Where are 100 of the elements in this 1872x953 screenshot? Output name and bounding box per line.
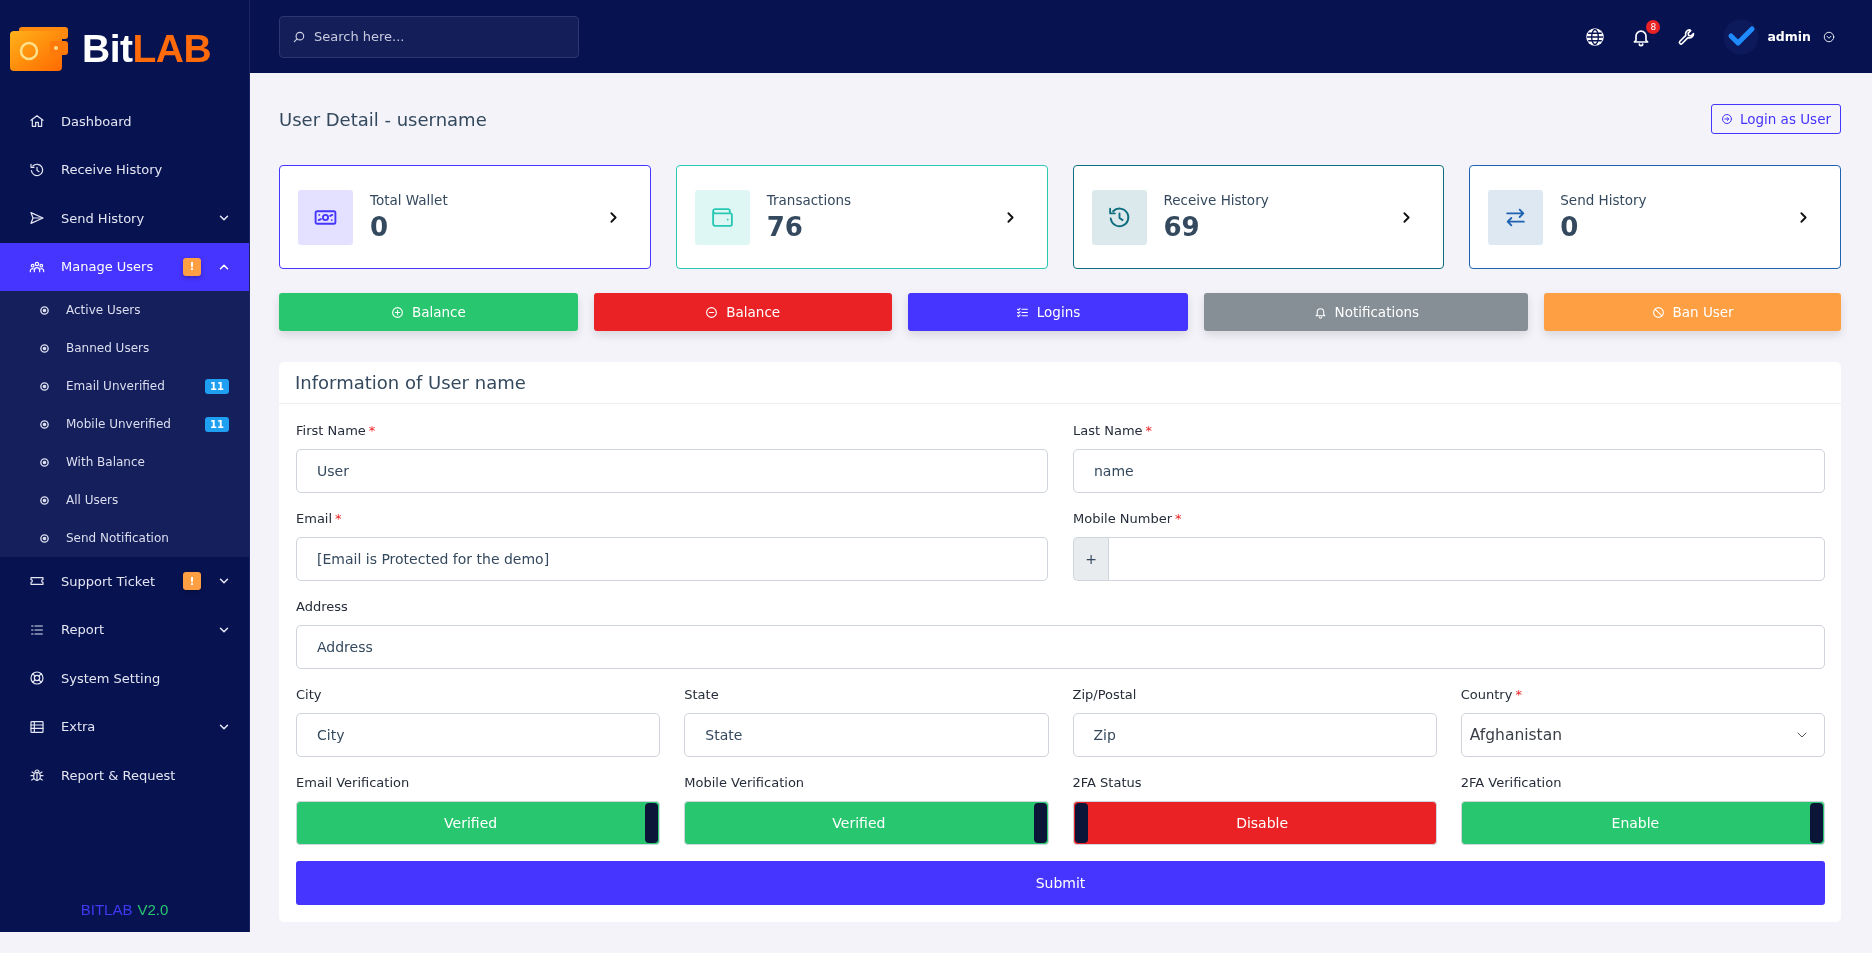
avatar-icon bbox=[1723, 18, 1760, 55]
stat-card[interactable]: Total Wallet 0 bbox=[279, 165, 651, 269]
stat-label: Total Wallet bbox=[370, 192, 449, 208]
bug-icon bbox=[29, 767, 45, 784]
field-label: Email Verification bbox=[296, 774, 411, 792]
text-input[interactable]: Address bbox=[296, 625, 1825, 669]
field-label: State bbox=[684, 686, 720, 704]
text-input[interactable]: Zip bbox=[1072, 713, 1437, 757]
search-field[interactable]: Search here... bbox=[279, 15, 579, 58]
country-select[interactable]: Afghanistan bbox=[1460, 713, 1825, 757]
login-as-user-button[interactable]: Login as User bbox=[1710, 104, 1841, 134]
send-icon bbox=[29, 210, 45, 227]
dot-circle-icon bbox=[39, 456, 50, 468]
dot-circle-icon bbox=[39, 494, 50, 506]
sidebar-item[interactable]: Extra bbox=[0, 702, 249, 751]
field-label: Mobile Number * bbox=[1073, 510, 1183, 528]
chevron-down-icon bbox=[1823, 30, 1835, 43]
stat-label: Receive History bbox=[1163, 192, 1270, 208]
text-input[interactable]: State bbox=[684, 713, 1049, 757]
field-label: Mobile Verification bbox=[684, 774, 806, 792]
sidebar-item[interactable]: Dashboard bbox=[0, 97, 249, 146]
home-icon bbox=[29, 113, 45, 130]
toggle-switch[interactable]: Disable bbox=[1072, 801, 1437, 845]
field-label: 2FA Status bbox=[1072, 774, 1143, 792]
toggle-knob bbox=[1074, 803, 1088, 843]
submenu-item[interactable]: Send Notification bbox=[0, 519, 249, 557]
field-label: 2FA Verification bbox=[1460, 774, 1563, 792]
life-ring-icon bbox=[29, 670, 45, 687]
bell-icon bbox=[1313, 305, 1327, 319]
action-button[interactable]: Balance bbox=[593, 293, 892, 331]
text-input[interactable]: City bbox=[296, 713, 661, 757]
table-icon bbox=[29, 718, 45, 735]
sidebar-item[interactable]: Report bbox=[0, 605, 249, 654]
count-badge: 11 bbox=[205, 416, 229, 432]
count-badge: 11 bbox=[205, 378, 229, 394]
dot-circle-icon bbox=[39, 532, 50, 544]
exchange-icon bbox=[1488, 189, 1544, 245]
sidebar-item[interactable]: System Setting bbox=[0, 654, 249, 703]
stat-value: 0 bbox=[370, 212, 390, 242]
wallet-logo-icon bbox=[10, 26, 70, 71]
banknote-icon bbox=[298, 189, 353, 245]
toggle-knob bbox=[1810, 803, 1823, 843]
logo-text: BitLAB bbox=[82, 26, 212, 71]
field-label: First Name * bbox=[296, 422, 377, 440]
toggle-knob bbox=[1033, 803, 1047, 843]
country-code-prefix: + bbox=[1073, 537, 1108, 581]
login-icon bbox=[1720, 113, 1733, 125]
list-check-icon bbox=[1015, 305, 1029, 319]
field-label: Email * bbox=[296, 510, 343, 528]
ban-icon bbox=[1651, 305, 1665, 319]
globe-icon bbox=[1585, 26, 1606, 47]
toggle-knob bbox=[645, 803, 659, 843]
stat-value: 0 bbox=[1560, 212, 1580, 242]
stat-label: Transactions bbox=[766, 192, 852, 208]
user-menu[interactable]: admin bbox=[1723, 18, 1835, 55]
language-button[interactable] bbox=[1585, 26, 1606, 47]
wallet-icon bbox=[694, 189, 750, 245]
field-label: Last Name * bbox=[1073, 422, 1154, 440]
stat-card[interactable]: Transactions 76 bbox=[675, 165, 1048, 269]
submenu-item[interactable]: Email Unverified 11 bbox=[0, 367, 249, 405]
submenu-item[interactable]: Active Users bbox=[0, 291, 249, 329]
submenu-item[interactable]: Banned Users bbox=[0, 329, 249, 367]
page-title: User Detail - username bbox=[279, 108, 487, 130]
submenu-item[interactable]: With Balance bbox=[0, 443, 249, 481]
submenu-item[interactable]: Mobile Unverified 11 bbox=[0, 405, 249, 443]
alert-badge: ! bbox=[183, 257, 201, 276]
submit-button[interactable]: Submit bbox=[296, 861, 1825, 905]
text-input[interactable]: [Email is Protected for the demo] bbox=[296, 537, 1048, 581]
sidebar-item[interactable]: Manage Users ! bbox=[0, 242, 249, 291]
sidebar-item[interactable]: Support Ticket ! bbox=[0, 557, 249, 606]
stat-card[interactable]: Send History 0 bbox=[1469, 165, 1841, 269]
card-title: Information of User name bbox=[295, 372, 526, 393]
dot-circle-icon bbox=[39, 304, 50, 316]
version-number: V2.0 bbox=[137, 901, 169, 918]
stat-label: Send History bbox=[1560, 192, 1648, 208]
notification-count: 8 bbox=[1646, 19, 1661, 34]
history-icon bbox=[29, 161, 45, 178]
text-input[interactable]: User bbox=[296, 449, 1048, 493]
sidebar-item[interactable]: Receive History bbox=[0, 145, 249, 194]
field-label: Address bbox=[296, 598, 349, 616]
field-label: City bbox=[296, 686, 323, 704]
field-label: Country * bbox=[1460, 686, 1523, 704]
minus-circle-icon bbox=[705, 305, 719, 319]
action-button[interactable]: Logins bbox=[907, 293, 1189, 331]
alert-badge: ! bbox=[183, 572, 201, 591]
phone-input[interactable] bbox=[1108, 537, 1825, 581]
text-input[interactable]: name bbox=[1073, 449, 1825, 493]
version-name: BITLAB bbox=[80, 901, 133, 918]
sidebar-item[interactable]: Report & Request bbox=[0, 751, 249, 800]
field-label: Zip/Postal bbox=[1072, 686, 1138, 704]
sidebar-item[interactable]: Send History bbox=[0, 194, 249, 243]
search-icon bbox=[292, 29, 306, 44]
submenu-item[interactable]: All Users bbox=[0, 481, 249, 519]
dot-circle-icon bbox=[39, 380, 50, 392]
stat-value: 76 bbox=[766, 212, 804, 242]
stat-card[interactable]: Receive History 69 bbox=[1072, 165, 1445, 269]
plus-circle-icon bbox=[390, 305, 404, 319]
dot-circle-icon bbox=[39, 418, 50, 430]
dot-circle-icon bbox=[39, 342, 50, 354]
history-icon bbox=[1091, 189, 1147, 245]
